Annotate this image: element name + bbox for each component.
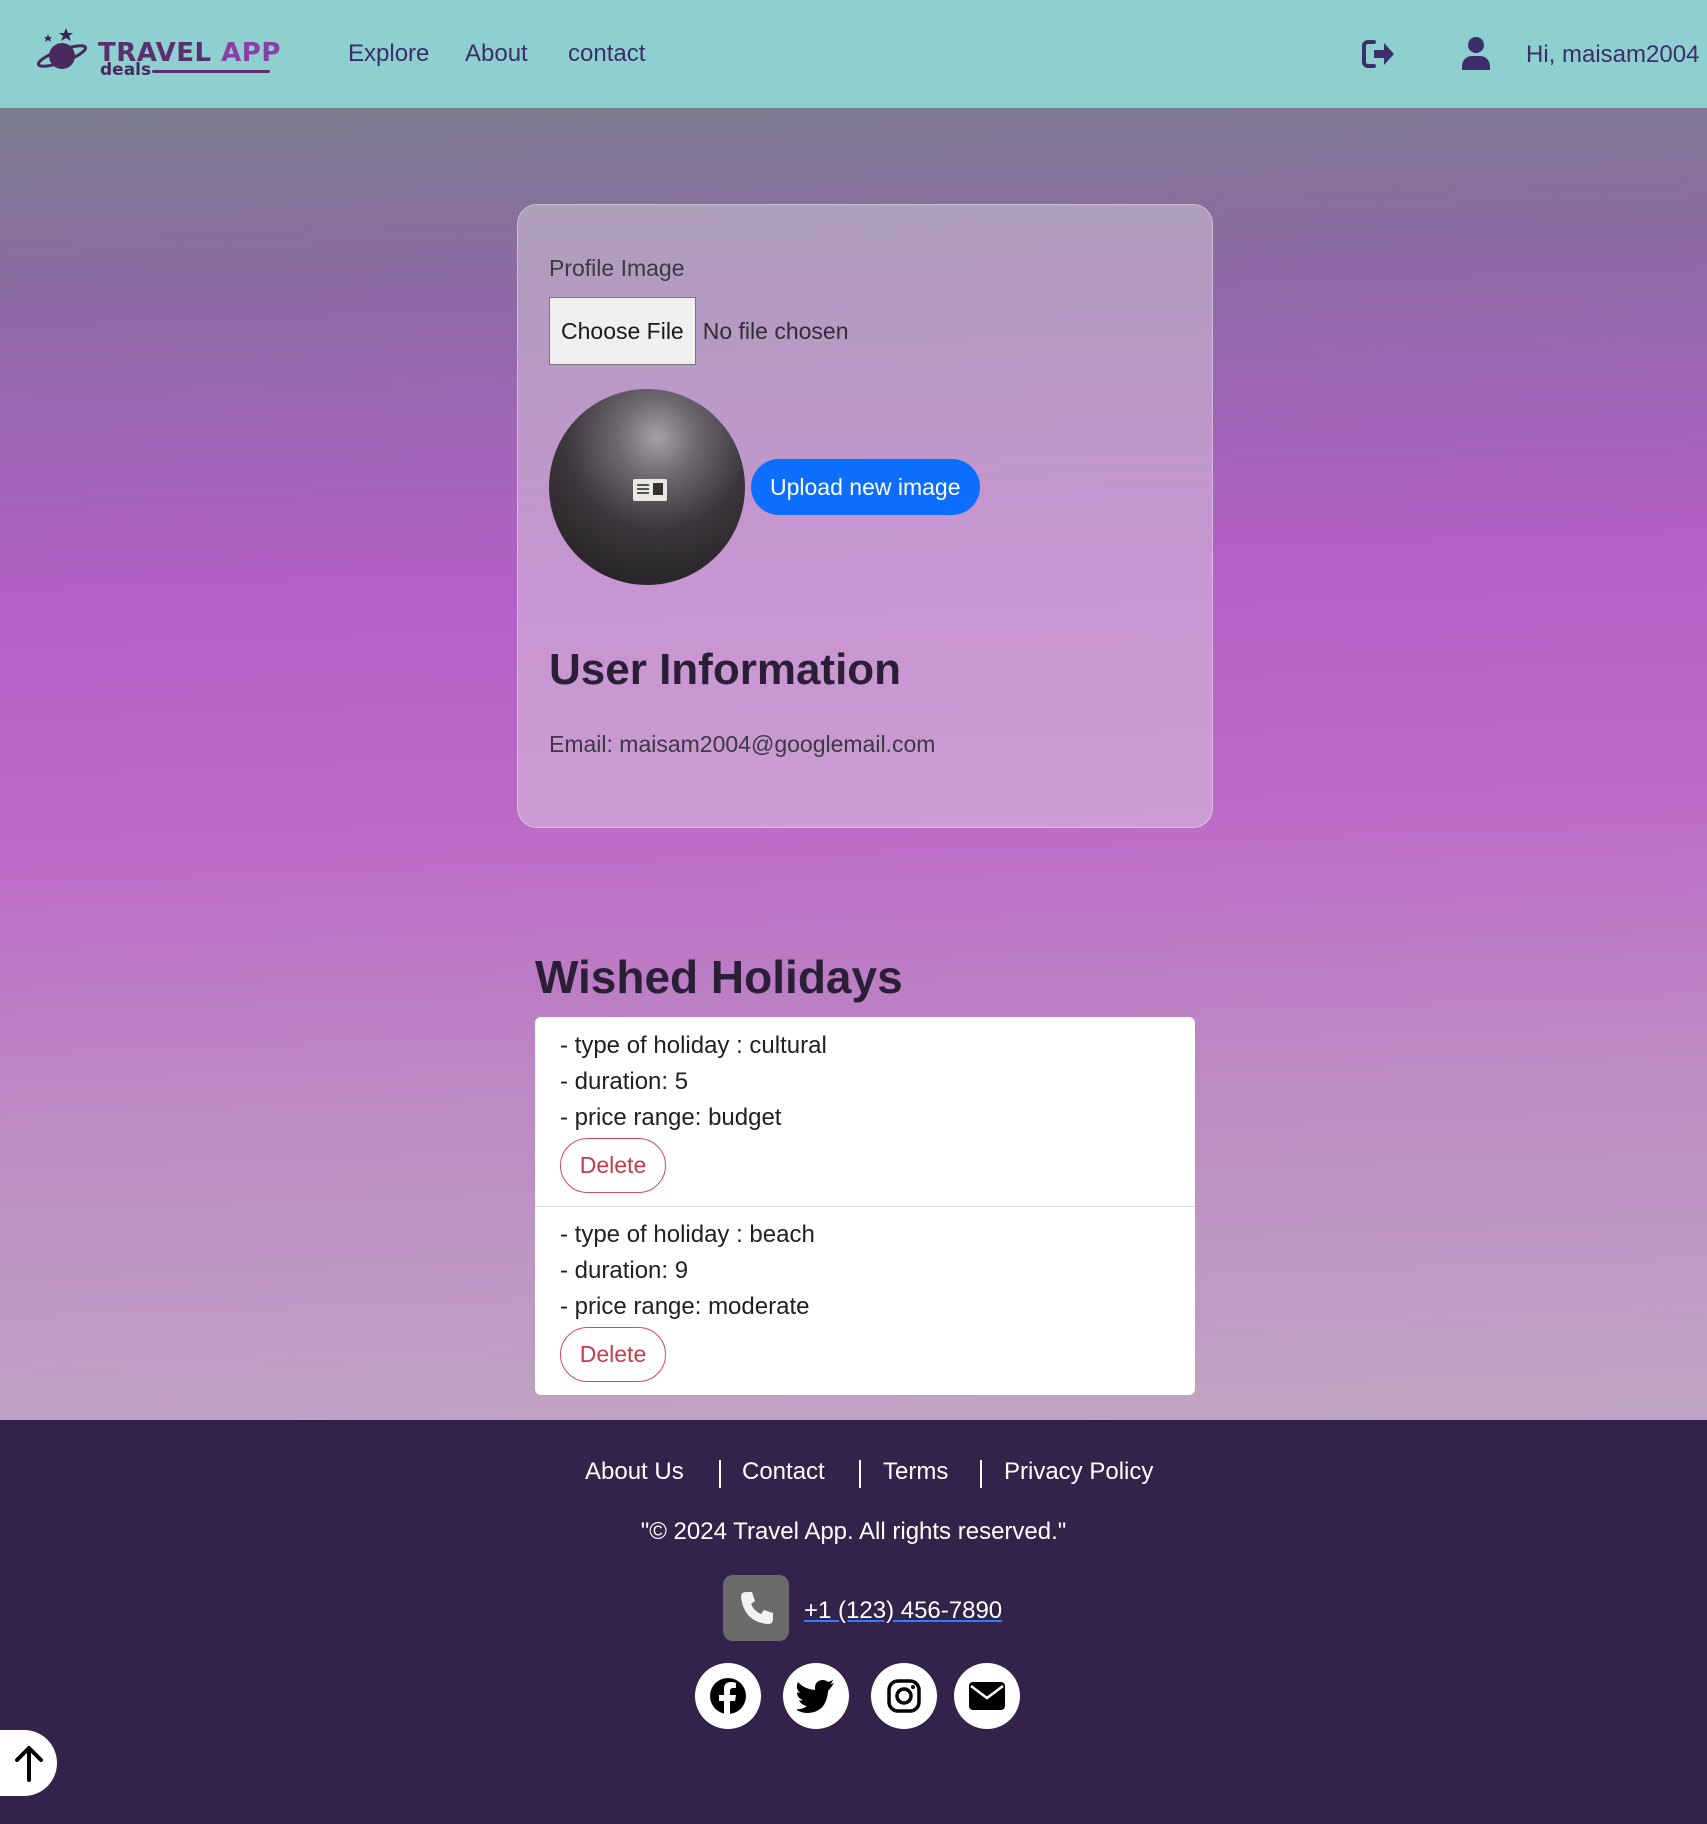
list-item: - type of holiday : beach - duration: 9 … bbox=[535, 1206, 1195, 1395]
holiday-type: - type of holiday : cultural bbox=[560, 1032, 827, 1059]
footer-separator bbox=[980, 1460, 982, 1488]
delete-button[interactable]: Delete bbox=[560, 1327, 666, 1382]
footer-links: About Us Contact Terms Privacy Policy bbox=[0, 1458, 1707, 1488]
navbar: TRAVEL APP deals Explore About contact H… bbox=[0, 0, 1707, 108]
upload-new-image-button[interactable]: Upload new image bbox=[751, 459, 980, 515]
footer-separator bbox=[859, 1460, 861, 1488]
avatar-photo-detail bbox=[633, 479, 667, 501]
holiday-duration: - duration: 9 bbox=[560, 1257, 689, 1284]
wished-holidays-list: - type of holiday : cultural - duration:… bbox=[535, 1017, 1195, 1395]
user-email: Email: maisam2004@googlemail.com bbox=[549, 731, 936, 757]
envelope-icon[interactable] bbox=[954, 1663, 1020, 1729]
holiday-price-range: - price range: moderate bbox=[560, 1293, 810, 1320]
nav-link-contact[interactable]: contact bbox=[568, 40, 645, 68]
nav-link-explore[interactable]: Explore bbox=[348, 40, 429, 68]
logo-underline bbox=[152, 70, 270, 73]
user-greeting[interactable]: Hi, maisam2004 bbox=[1526, 41, 1699, 69]
arrow-up-icon bbox=[14, 1746, 43, 1782]
holiday-duration: - duration: 5 bbox=[560, 1068, 689, 1095]
instagram-icon[interactable] bbox=[871, 1663, 937, 1729]
profile-card: Profile Image Choose File No file chosen… bbox=[517, 204, 1213, 828]
footer-separator bbox=[719, 1460, 721, 1488]
holiday-price-range: - price range: budget bbox=[560, 1104, 782, 1131]
copyright-text: "© 2024 Travel App. All rights reserved.… bbox=[640, 1518, 1067, 1545]
footer-link-privacy-policy[interactable]: Privacy Policy bbox=[1004, 1458, 1153, 1486]
logo-brand-accent: APP bbox=[221, 38, 281, 68]
choose-file-button[interactable]: Choose File bbox=[549, 297, 696, 365]
user-information-title: User Information bbox=[549, 645, 902, 694]
footer-link-terms[interactable]: Terms bbox=[883, 1458, 948, 1486]
facebook-icon[interactable] bbox=[695, 1663, 761, 1729]
delete-button[interactable]: Delete bbox=[560, 1138, 666, 1193]
user-icon[interactable] bbox=[1461, 36, 1491, 75]
travel-app-logo[interactable]: TRAVEL APP deals bbox=[36, 26, 281, 82]
logout-icon[interactable] bbox=[1362, 38, 1396, 75]
wished-holidays-title: Wished Holidays bbox=[535, 951, 903, 1003]
phone-icon[interactable] bbox=[723, 1575, 789, 1641]
holiday-type: - type of holiday : beach bbox=[560, 1221, 815, 1248]
footer-link-contact[interactable]: Contact bbox=[742, 1458, 825, 1486]
nav-link-about[interactable]: About bbox=[465, 40, 528, 68]
avatar bbox=[549, 389, 745, 585]
logo-brand-sub: deals bbox=[100, 60, 152, 80]
profile-image-label: Profile Image bbox=[549, 255, 685, 281]
planet-logo-icon bbox=[36, 28, 88, 69]
file-status-text: No file chosen bbox=[702, 317, 849, 344]
footer-link-about-us[interactable]: About Us bbox=[585, 1458, 684, 1486]
list-item: - type of holiday : cultural - duration:… bbox=[535, 1017, 1195, 1206]
twitter-icon[interactable] bbox=[783, 1663, 849, 1729]
file-input[interactable]: Choose File No file chosen bbox=[549, 297, 848, 365]
phone-number-link[interactable]: +1 (123) 456-7890 bbox=[804, 1597, 1002, 1625]
